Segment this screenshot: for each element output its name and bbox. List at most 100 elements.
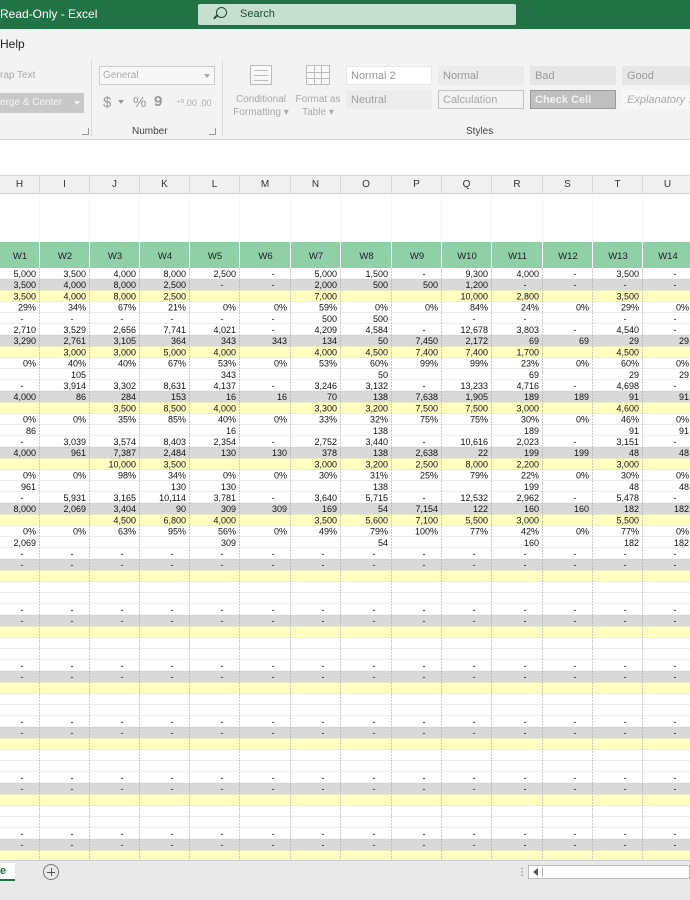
cell-value: 23%: [521, 359, 539, 369]
horizontal-scrollbar[interactable]: [528, 865, 690, 879]
wrap-text-button[interactable]: rap Text: [0, 70, 35, 81]
cell-value: 3,132: [365, 381, 388, 391]
cell-value: 50: [378, 336, 388, 346]
cell-value: 0%: [73, 471, 86, 481]
format-as-table-label-1: Format as: [295, 94, 341, 105]
column-header-j[interactable]: J: [90, 176, 140, 194]
cell-value: -: [423, 661, 426, 671]
cell-value: -: [71, 605, 74, 615]
cell-value: 3,500: [13, 280, 36, 290]
cell-style-normal[interactable]: Normal: [438, 66, 524, 85]
tab-help[interactable]: Help: [0, 37, 25, 51]
scroll-left-icon[interactable]: [533, 868, 538, 876]
number-format-dropdown[interactable]: General: [99, 66, 215, 85]
cell-value: 0%: [274, 527, 287, 537]
column-header-q[interactable]: Q: [442, 176, 492, 194]
week-header-w5: W5: [208, 251, 222, 262]
column-header-k[interactable]: K: [140, 176, 190, 194]
sheet-tab-active[interactable]: e: [0, 863, 15, 881]
column-header-n[interactable]: N: [291, 176, 341, 194]
currency-format-button[interactable]: $: [103, 94, 111, 111]
chevron-down-icon: [74, 101, 80, 105]
cell-value: -: [272, 269, 275, 279]
table-row: [0, 581, 690, 593]
table-row: [0, 290, 690, 302]
group-divider: [91, 60, 92, 136]
cell-style-calculation[interactable]: Calculation: [438, 90, 524, 109]
cell-value: 378: [322, 448, 337, 458]
cell-value: -: [674, 269, 677, 279]
table-row: [0, 660, 690, 672]
cell-value: -: [272, 325, 275, 335]
comma-style-button[interactable]: 9: [154, 93, 162, 110]
cell-value: 16: [226, 392, 236, 402]
cell-value: -: [624, 784, 627, 794]
cell-grid[interactable]: W1 W2 W3 W4 W5 W6 W7 W8 W9 W10 W11 W12 W13 W145,000 3,…: [0, 194, 690, 860]
column-header-p[interactable]: P: [392, 176, 442, 194]
cell-value: 7,638: [415, 392, 438, 402]
cell-value: 0%: [223, 303, 236, 313]
cell-value: -: [21, 381, 24, 391]
week-header-w9: W9: [410, 251, 424, 262]
column-header-h[interactable]: H: [0, 176, 40, 194]
format-as-table-button[interactable]: Format as Table ▾: [294, 93, 342, 119]
cell-value: 0%: [425, 303, 438, 313]
search-box[interactable]: Search: [198, 4, 516, 25]
cell-style-check-cell[interactable]: Check Cell: [530, 90, 616, 109]
column-header-u[interactable]: U: [643, 176, 690, 194]
week-header-w2: W2: [58, 251, 72, 262]
cell-value: 0%: [576, 527, 589, 537]
chevron-down-icon[interactable]: [118, 100, 124, 104]
cell-value: -: [674, 661, 677, 671]
column-header-t[interactable]: T: [593, 176, 643, 194]
decrease-decimal-button[interactable]: .00: [199, 98, 212, 108]
cell-value: 32%: [370, 415, 388, 425]
conditional-formatting-icon[interactable]: [250, 65, 272, 85]
cell-value: -: [21, 784, 24, 794]
cell-value: -: [574, 661, 577, 671]
cell-style-neutral[interactable]: Neutral: [346, 90, 432, 109]
cell-value: 99%: [420, 359, 438, 369]
cell-value: -: [21, 493, 24, 503]
cell-value: 182: [624, 504, 639, 514]
table-row: [0, 615, 690, 627]
column-header-r[interactable]: R: [492, 176, 543, 194]
cell-value: 48: [629, 448, 639, 458]
cell-value: 0%: [23, 527, 36, 537]
scroll-thumb[interactable]: [542, 867, 543, 877]
cell-value: 2,172: [465, 336, 488, 346]
format-as-table-icon[interactable]: [306, 65, 330, 85]
percent-style-button[interactable]: %: [133, 94, 146, 111]
merge-center-label: erge & Center: [0, 97, 63, 108]
cell-style-normal-2[interactable]: Normal 2: [346, 66, 432, 85]
increase-decimal-button[interactable]: ⁺⁰.00: [176, 98, 197, 109]
cell-value: -: [674, 560, 677, 570]
add-sheet-icon[interactable]: [43, 864, 59, 880]
cell-value: -: [574, 840, 577, 850]
conditional-formatting-button[interactable]: Conditional Formatting ▾: [233, 93, 289, 119]
cell-value: -: [21, 840, 24, 850]
cell-value: 3,300: [314, 403, 337, 413]
worksheet-grid[interactable]: W1 W2 W3 W4 W5 W6 W7 W8 W9 W10 W11 W12 W13 W14 5,000 3,…: [0, 194, 690, 860]
cell-style-bad[interactable]: Bad: [530, 66, 616, 85]
cell-value: -: [221, 616, 224, 626]
number-dialog-launcher-icon[interactable]: [209, 128, 216, 135]
cell-value: 4,021: [213, 325, 236, 335]
merge-center-button[interactable]: erge & Center: [0, 93, 84, 113]
cell-style-explanatory[interactable]: Explanatory ...: [622, 90, 690, 109]
column-header-s[interactable]: S: [543, 176, 593, 194]
cell-value: 98%: [118, 471, 136, 481]
table-row: [0, 727, 690, 739]
cell-value: 134: [322, 336, 337, 346]
column-header-o[interactable]: O: [341, 176, 392, 194]
table-row: [0, 671, 690, 683]
column-header-l[interactable]: L: [190, 176, 240, 194]
column-header-m[interactable]: M: [240, 176, 291, 194]
alignment-dialog-launcher-icon[interactable]: [82, 128, 89, 135]
cell-value: 54: [378, 538, 388, 548]
cell-value: 343: [221, 370, 236, 380]
column-header-i[interactable]: I: [40, 176, 90, 194]
cell-style-good[interactable]: Good: [622, 66, 690, 85]
cell-value: 130: [171, 482, 186, 492]
tab-split-handle[interactable]: ⋮: [517, 867, 527, 878]
